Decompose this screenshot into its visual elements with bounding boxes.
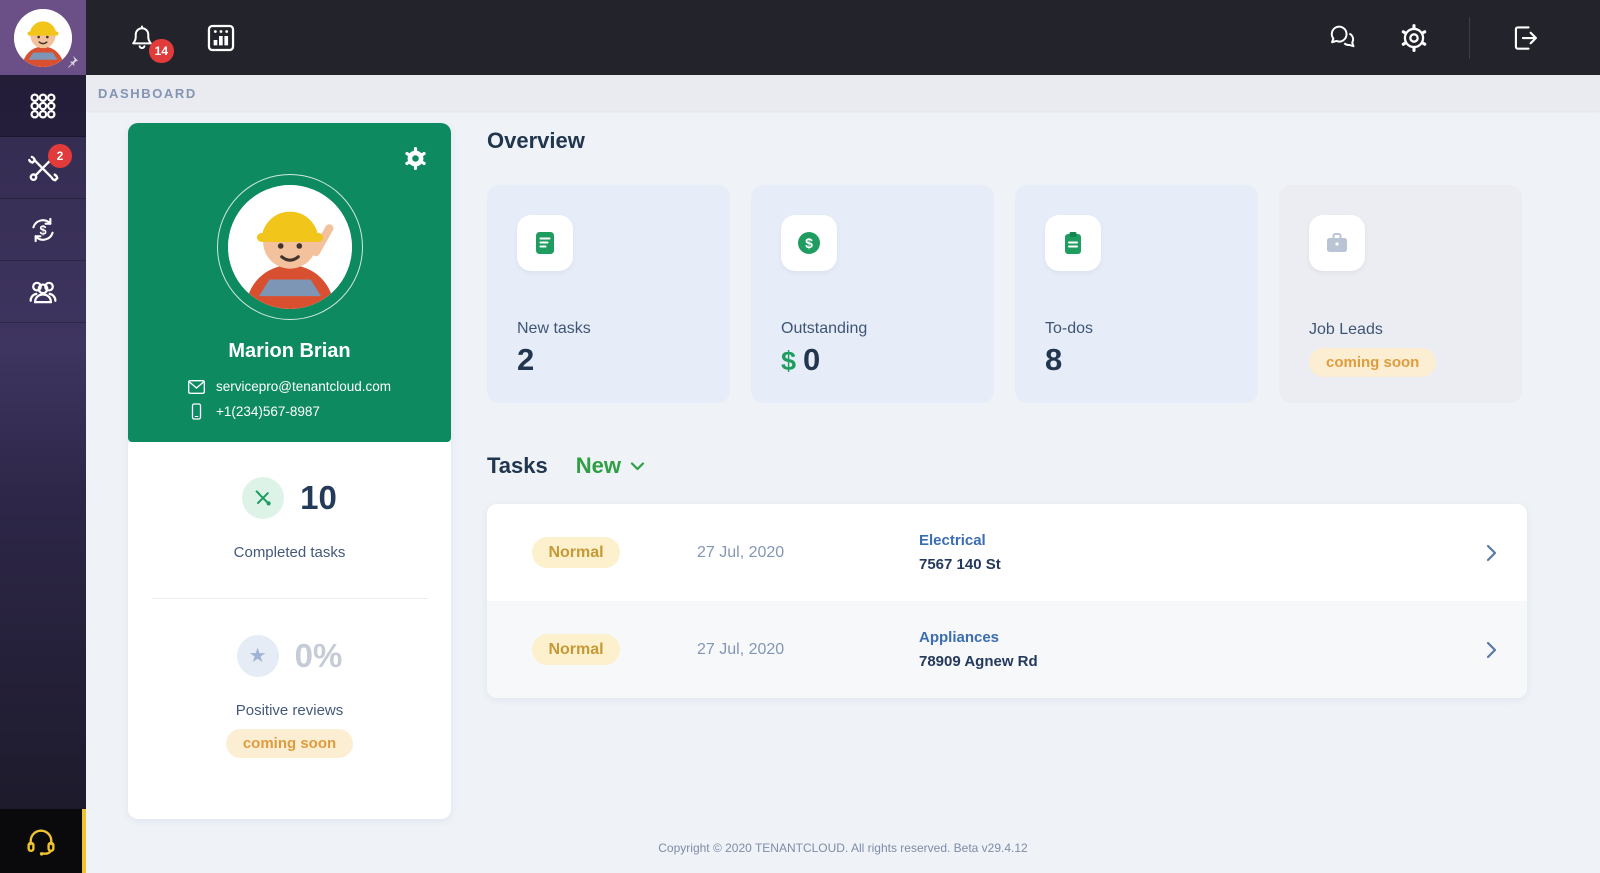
headset-icon (27, 829, 55, 856)
tasks-filter-value: New (575, 453, 621, 478)
priority-badge: Normal (532, 634, 620, 665)
overview-card-job-leads: Job Leads coming soon (1279, 185, 1522, 403)
priority-badge: Normal (532, 537, 620, 568)
card-label: Job Leads (1309, 321, 1383, 338)
clipboard-icon (1045, 215, 1101, 271)
note-icon (517, 215, 573, 271)
profile-name: Marion Brian (228, 340, 351, 362)
profile-avatar[interactable] (227, 185, 352, 309)
positive-reviews-label: Positive reviews (235, 702, 344, 719)
profile-phone-row: +1(234)567-8987 (188, 403, 391, 420)
breadcrumb: DASHBOARD (98, 85, 197, 101)
task-info: Appliances 78909 Agnew Rd (919, 629, 1038, 670)
pin-icon[interactable] (65, 54, 80, 69)
completed-tasks-value: 10 (300, 479, 337, 516)
card-label: Outstanding (781, 319, 868, 337)
overview-card-outstanding: $ Outstanding $0 (751, 185, 994, 403)
calendar-icon (207, 24, 235, 51)
card-label: New tasks (517, 319, 591, 337)
logout-button[interactable] (1508, 21, 1542, 55)
task-date: 27 Jul, 2020 (697, 640, 785, 658)
smartphone-icon (191, 403, 202, 420)
profile-email: servicepro@tenantcloud.com (215, 379, 392, 394)
job-leads-coming-soon-badge: coming soon (1309, 348, 1437, 377)
card-value: 8 (1045, 341, 1063, 377)
profile-card: Marion Brian servicepro@tenantcloud.com … (128, 123, 451, 819)
people-icon (29, 281, 57, 303)
notifications-badge: 14 (148, 38, 174, 63)
support-button[interactable] (0, 809, 86, 873)
breadcrumb-bar: DASHBOARD (86, 75, 1600, 111)
topbar: 14 (86, 0, 1600, 75)
tasks-filter-dropdown[interactable]: New (576, 453, 645, 479)
money-sync-icon: $ (32, 217, 54, 242)
task-address: 7567 140 St (919, 556, 1001, 573)
main-content: Marion Brian servicepro@tenantcloud.com … (86, 111, 1600, 873)
task-row[interactable]: Normal 27 Jul, 2020 Electrical 7567 140 … (487, 504, 1527, 601)
settings-button[interactable] (1397, 21, 1431, 55)
overview-section: Overview New tasks 2 $ Outstanding $ 0 T… (487, 123, 1527, 873)
envelope-icon (188, 379, 205, 394)
tasks-title: Tasks (487, 453, 548, 478)
maintenance-badge: 2 (48, 144, 72, 168)
profile-header: Marion Brian servicepro@tenantcloud.com … (128, 123, 451, 442)
completed-tasks-label: Completed tasks (233, 544, 346, 561)
overview-card-todos: To-dos 8 (1015, 185, 1258, 403)
crossed-tools-icon (255, 490, 271, 506)
profile-settings-button[interactable] (402, 145, 429, 172)
gear-icon (1401, 23, 1427, 52)
sidebar-item-contacts[interactable] (0, 261, 86, 323)
dollar-circle-icon: $ (781, 215, 837, 271)
task-info: Electrical 7567 140 St (919, 532, 1001, 573)
reviews-star-icon: ★ (236, 635, 279, 677)
notifications-button[interactable]: 14 (126, 21, 174, 63)
overview-title: Overview (487, 128, 585, 153)
svg-text:$: $ (805, 235, 813, 251)
profile-phone: +1(234)567-8987 (215, 404, 320, 419)
sidebar-item-payments[interactable]: $ (0, 199, 86, 261)
stats-divider (151, 598, 428, 599)
currency-symbol: $ (781, 345, 797, 376)
bob-builder-avatar (14, 8, 72, 67)
positive-reviews-value: 0% (294, 637, 343, 674)
chevron-right-icon[interactable] (1486, 641, 1497, 659)
avatar (14, 8, 72, 67)
messages-button[interactable] (1325, 21, 1359, 55)
svg-text:$: $ (39, 222, 46, 237)
tasks-list: Normal 27 Jul, 2020 Electrical 7567 140 … (487, 504, 1527, 698)
overview-cards: New tasks 2 $ Outstanding $0 To-dos 8 Jo… (487, 185, 1527, 403)
profile-email-row: servicepro@tenantcloud.com (188, 379, 391, 394)
sidebar: 2 $ (0, 75, 86, 873)
user-avatar-button[interactable] (0, 0, 86, 75)
profile-stats: 10 Completed tasks ★ 0% Positive reviews… (128, 442, 451, 758)
gear-icon (405, 147, 426, 170)
card-label: To-dos (1045, 319, 1094, 337)
logout-icon (1514, 25, 1537, 50)
task-address: 78909 Agnew Rd (919, 653, 1038, 670)
task-date: 27 Jul, 2020 (697, 543, 785, 561)
sidebar-item-maintenance[interactable]: 2 (0, 137, 86, 199)
task-category-link[interactable]: Electrical (919, 532, 1001, 549)
bob-builder-avatar (227, 185, 352, 309)
reviews-coming-soon-badge: coming soon (225, 729, 354, 758)
topbar-divider (1469, 16, 1470, 59)
task-category-link[interactable]: Appliances (919, 629, 1038, 646)
chevron-right-icon[interactable] (1486, 544, 1497, 562)
chat-icon (1330, 25, 1355, 47)
tasks-header: Tasks New (487, 453, 1527, 479)
calendar-button[interactable] (204, 21, 238, 55)
avatar-ring (216, 174, 363, 320)
overview-card-new-tasks: New tasks 2 (487, 185, 730, 403)
grid-dots-icon (30, 92, 56, 119)
task-row[interactable]: Normal 27 Jul, 2020 Appliances 78909 Agn… (487, 601, 1527, 698)
card-value: $0 (781, 341, 821, 377)
card-value: 2 (517, 341, 535, 377)
copyright-text: Copyright © 2020 TENANTCLOUD. All rights… (658, 841, 1028, 855)
chevron-down-icon (630, 462, 645, 471)
completed-tasks-icon (242, 477, 285, 519)
sidebar-item-dashboard[interactable] (0, 75, 86, 137)
briefcase-icon (1309, 215, 1365, 271)
